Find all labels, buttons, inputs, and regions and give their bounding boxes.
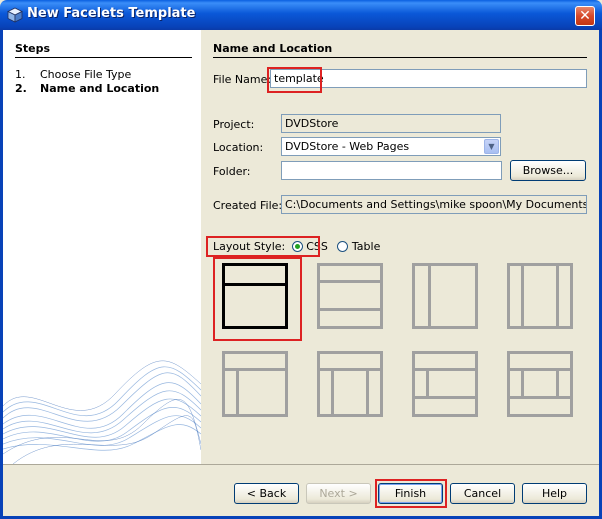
cancel-button[interactable]: Cancel bbox=[450, 483, 515, 504]
layout-thumb-highlight bbox=[213, 257, 302, 341]
section-title: Name and Location bbox=[213, 42, 333, 55]
step-name-and-location: 2. Name and Location bbox=[15, 82, 159, 95]
window-title: New Facelets Template bbox=[27, 6, 196, 21]
layout-two-columns[interactable] bbox=[507, 263, 573, 329]
layout-style-highlight bbox=[206, 236, 320, 257]
back-button[interactable]: < Back bbox=[234, 483, 299, 504]
project-label: Project: bbox=[213, 118, 255, 131]
location-select[interactable]: DVDStore - Web Pages ▼ bbox=[281, 137, 501, 156]
chevron-down-icon[interactable]: ▼ bbox=[484, 139, 499, 154]
decorative-waves-image bbox=[3, 360, 201, 464]
steps-title: Steps bbox=[15, 42, 51, 55]
step-number: 1. bbox=[15, 68, 26, 81]
layout-header-two-columns[interactable] bbox=[317, 351, 383, 417]
step-number: 2. bbox=[15, 82, 27, 95]
table-radio[interactable] bbox=[337, 241, 349, 252]
step-choose-file-type: 1. Choose File Type bbox=[15, 68, 131, 81]
step-label: Name and Location bbox=[40, 82, 160, 95]
title-bar[interactable]: New Facelets Template ✕ bbox=[0, 0, 602, 30]
layout-header-sidebar-footer[interactable] bbox=[412, 351, 478, 417]
steps-panel: Steps 1. Choose File Type 2. Name and Loca… bbox=[3, 30, 201, 464]
section-divider bbox=[213, 57, 587, 58]
layout-full[interactable] bbox=[507, 351, 573, 417]
step-label: Choose File Type bbox=[40, 68, 132, 81]
table-radio-label[interactable]: Table bbox=[352, 240, 380, 253]
layout-content-footer[interactable] bbox=[317, 263, 383, 329]
next-button[interactable]: Next > bbox=[306, 483, 371, 504]
layout-header-sidebar[interactable] bbox=[222, 351, 288, 417]
layout-left-sidebar[interactable] bbox=[412, 263, 478, 329]
steps-divider bbox=[15, 57, 192, 58]
netbeans-cube-icon bbox=[7, 7, 23, 23]
close-button[interactable]: ✕ bbox=[575, 6, 595, 26]
browse-button[interactable]: Browse... bbox=[510, 160, 586, 181]
finish-button[interactable]: Finish bbox=[378, 483, 443, 504]
help-button[interactable]: Help bbox=[522, 483, 587, 504]
bottom-separator bbox=[3, 464, 599, 465]
folder-field[interactable] bbox=[281, 161, 502, 180]
location-label: Location: bbox=[213, 141, 264, 154]
location-value: DVDStore - Web Pages bbox=[285, 140, 410, 153]
file-name-label: File Name: bbox=[213, 73, 272, 86]
file-name-highlight bbox=[267, 67, 322, 93]
created-file-label: Created File: bbox=[213, 199, 283, 212]
created-file-field: C:\Documents and Settings\mike spoon\My … bbox=[281, 195, 587, 214]
project-field: DVDStore bbox=[281, 114, 501, 133]
folder-label: Folder: bbox=[213, 165, 251, 178]
